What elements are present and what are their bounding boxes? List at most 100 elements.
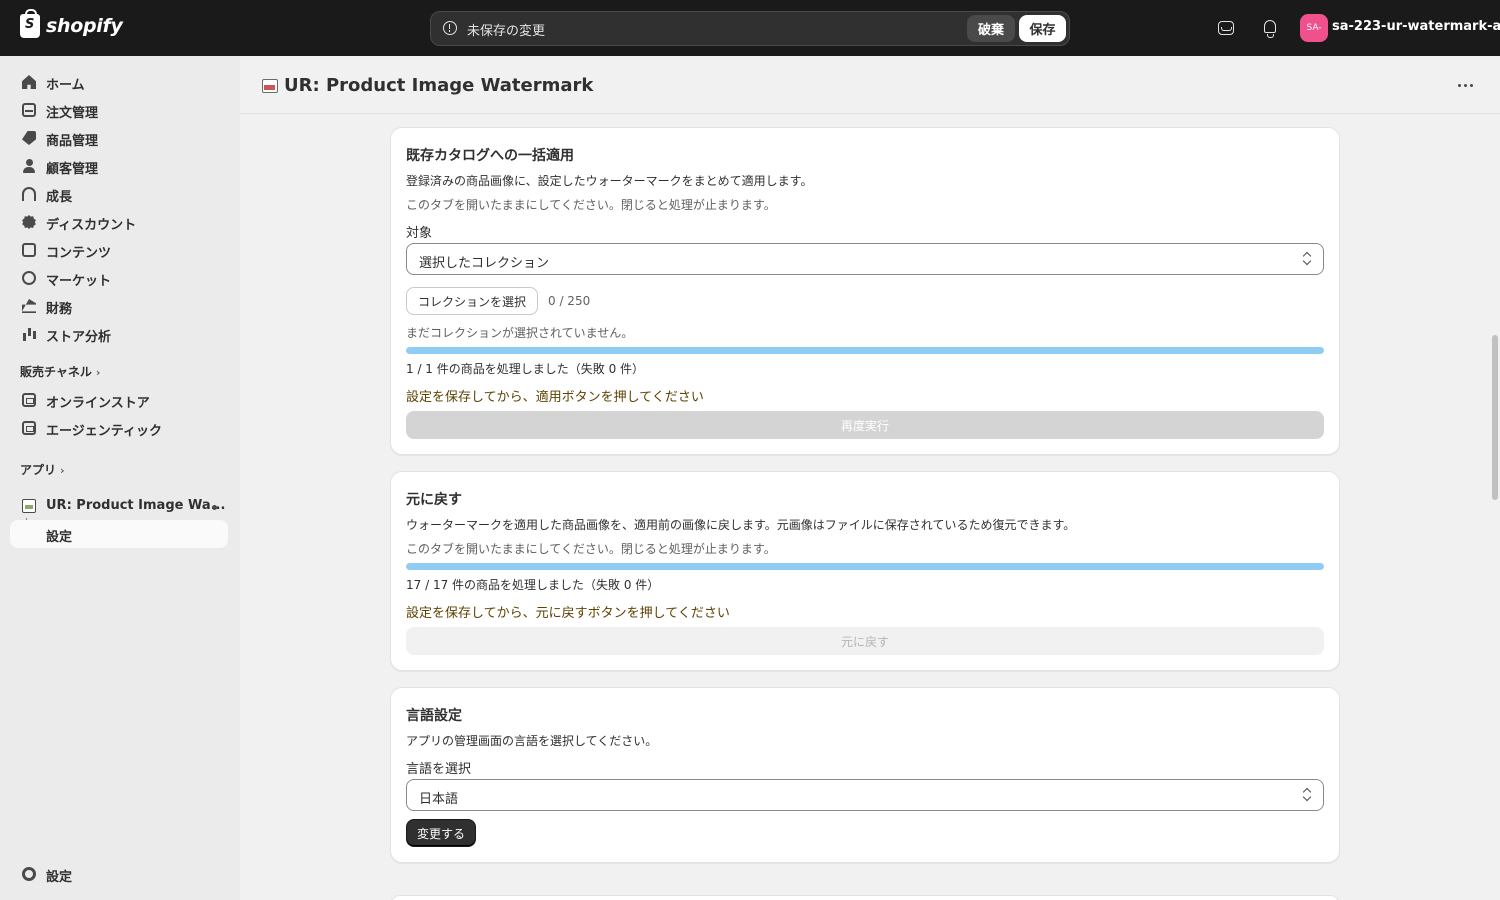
- card-description: アプリの管理画面の言語を選択してください。: [406, 734, 658, 748]
- bell-icon[interactable]: [1260, 18, 1280, 38]
- sidebar-item-customers[interactable]: 顧客管理: [10, 152, 228, 180]
- inbox-icon[interactable]: [1216, 18, 1236, 38]
- shopify-logo[interactable]: shopify: [20, 9, 123, 38]
- alert-circle-icon: [443, 21, 457, 35]
- sidebar-item-label: 成長: [46, 190, 73, 205]
- discount-icon: [22, 215, 36, 229]
- sidebar: ホーム 注文管理 商品管理 顧客管理 成長 ディスカウント コンテンツ マーケッ…: [0, 56, 240, 900]
- progress-fill: [406, 347, 1324, 354]
- bar-chart-icon: [22, 327, 36, 341]
- gear-icon: [22, 867, 36, 881]
- select-value: 選択したコレクション: [419, 256, 550, 271]
- sidebar-item-agentic[interactable]: エージェンティック: [10, 414, 228, 442]
- brand-name: shopify: [46, 15, 123, 37]
- sidebar-item-label: 財務: [46, 302, 73, 317]
- card-description: 登録済みの商品画像に、設定したウォーターマークをまとめて適用します。: [406, 174, 813, 188]
- apps-heading[interactable]: アプリ ›: [20, 461, 65, 478]
- chevron-right-icon: ›: [60, 464, 65, 477]
- app-image-icon: [262, 79, 278, 93]
- sidebar-item-finance[interactable]: 財務: [10, 292, 228, 320]
- sidebar-item-label: UR: Product Image Wa...: [46, 498, 226, 513]
- sidebar-item-label: 設定: [46, 870, 73, 885]
- home-icon: [22, 75, 36, 89]
- store-icon: [22, 393, 36, 407]
- sidebar-item-app[interactable]: UR: Product Image Wa...: [10, 492, 228, 520]
- store-name[interactable]: sa-223-ur-watermark-app: [1332, 19, 1500, 34]
- more-horizontal-icon[interactable]: [1458, 84, 1474, 88]
- card-description: ウォーターマークを適用した商品画像を、適用前の画像に戻します。元画像はファイルに…: [406, 518, 1076, 532]
- sidebar-item-label: コンテンツ: [46, 246, 112, 261]
- sidebar-item-online-store[interactable]: オンラインストア: [10, 386, 228, 414]
- growth-icon: [22, 187, 36, 201]
- sidebar-item-discounts[interactable]: ディスカウント: [10, 208, 228, 236]
- card-title: 言語設定: [406, 708, 462, 724]
- tag-icon: [22, 131, 36, 145]
- scrollbar-track[interactable]: [1489, 114, 1500, 900]
- sidebar-item-label: 注文管理: [46, 106, 99, 121]
- change-language-button[interactable]: 変更する: [406, 819, 477, 847]
- sidebar-item-analytics[interactable]: ストア分析: [10, 320, 228, 348]
- app-image-icon: [22, 499, 36, 513]
- chevron-right-icon: ›: [95, 366, 101, 379]
- revert-progress-bar: [406, 563, 1324, 570]
- rerun-button[interactable]: 再度実行: [406, 411, 1324, 439]
- language-select-label: 言語を選択: [406, 762, 472, 777]
- discard-button[interactable]: 破棄: [967, 15, 1015, 42]
- bank-icon: [22, 299, 36, 313]
- save-button[interactable]: 保存: [1019, 15, 1066, 42]
- pin-dot: [212, 505, 217, 510]
- progress-text: 17 / 17 件の商品を処理しました（失敗 0 件）: [406, 578, 660, 592]
- content-icon: [22, 243, 36, 257]
- sales-channels-heading[interactable]: 販売チャネル ›: [20, 363, 100, 380]
- sidebar-item-label: オンラインストア: [46, 396, 150, 411]
- bulk-apply-card: 既存カタログへの一括適用 登録済みの商品画像に、設定したウォーターマークをまとめ…: [390, 127, 1340, 455]
- sidebar-item-app-settings[interactable]: 設定: [10, 520, 228, 548]
- language-card: 言語設定 アプリの管理画面の言語を選択してください。 言語を選択 日本語 変更す…: [390, 687, 1340, 863]
- sidebar-item-settings[interactable]: 設定: [10, 860, 228, 888]
- select-chevron-icon: [1303, 788, 1311, 802]
- sidebar-item-markets[interactable]: マーケット: [10, 264, 228, 292]
- avatar[interactable]: SA-: [1300, 14, 1328, 42]
- sidebar-item-label: 設定: [46, 530, 73, 545]
- sidebar-item-label: エージェンティック: [46, 424, 162, 439]
- page-title: UR: Product Image Watermark: [284, 75, 594, 96]
- save-notice: 設定を保存してから、適用ボタンを押してください: [406, 390, 704, 405]
- collection-count: 0 / 250: [548, 294, 591, 308]
- target-label: 対象: [406, 226, 433, 241]
- select-collection-button[interactable]: コレクションを選択: [406, 287, 539, 315]
- person-icon: [22, 159, 36, 173]
- shopify-bag-icon: [20, 9, 40, 38]
- revert-card: 元に戻す ウォーターマークを適用した商品画像を、適用前の画像に戻します。元画像は…: [390, 471, 1340, 671]
- progress-text: 1 / 1 件の商品を処理しました（失敗 0 件）: [406, 362, 645, 376]
- tab-warning-text: このタブを開いたままにしてください。閉じると処理が止まります。: [406, 542, 776, 556]
- scrollbar-thumb[interactable]: [1492, 335, 1498, 500]
- next-card: [390, 895, 1340, 900]
- app-header: UR: Product Image Watermark: [240, 56, 1500, 114]
- sidebar-item-label: 顧客管理: [46, 162, 99, 177]
- sidebar-item-home[interactable]: ホーム: [10, 68, 228, 96]
- no-collection-text: まだコレクションが選択されていません。: [406, 326, 634, 340]
- revert-button[interactable]: 元に戻す: [406, 627, 1324, 655]
- language-select[interactable]: 日本語: [406, 779, 1324, 811]
- target-select[interactable]: 選択したコレクション: [406, 243, 1324, 275]
- select-value: 日本語: [419, 792, 459, 807]
- unsaved-changes-text: 未保存の変更: [467, 24, 546, 39]
- sidebar-item-label: マーケット: [46, 274, 112, 289]
- sidebar-item-products[interactable]: 商品管理: [10, 124, 228, 152]
- tab-warning-text: このタブを開いたままにしてください。閉じると処理が止まります。: [406, 198, 776, 212]
- sidebar-item-label: ホーム: [46, 78, 85, 93]
- unsaved-changes-bar: 未保存の変更 破棄 保存: [430, 11, 1070, 46]
- progress-fill: [406, 563, 1324, 570]
- top-bar: shopify 未保存の変更 破棄 保存 SA- sa-223-ur-water…: [0, 0, 1500, 56]
- card-title: 元に戻す: [406, 492, 462, 508]
- sidebar-item-label: 商品管理: [46, 134, 99, 149]
- sidebar-item-content[interactable]: コンテンツ: [10, 236, 228, 264]
- sidebar-item-orders[interactable]: 注文管理: [10, 96, 228, 124]
- card-title: 既存カタログへの一括適用: [406, 148, 574, 164]
- save-notice: 設定を保存してから、元に戻すボタンを押してください: [406, 606, 730, 621]
- bulk-progress-bar: [406, 347, 1324, 354]
- select-chevron-icon: [1303, 252, 1311, 266]
- sidebar-item-growth[interactable]: 成長: [10, 180, 228, 208]
- sidebar-item-label: ディスカウント: [46, 218, 137, 233]
- store-icon: [22, 421, 36, 435]
